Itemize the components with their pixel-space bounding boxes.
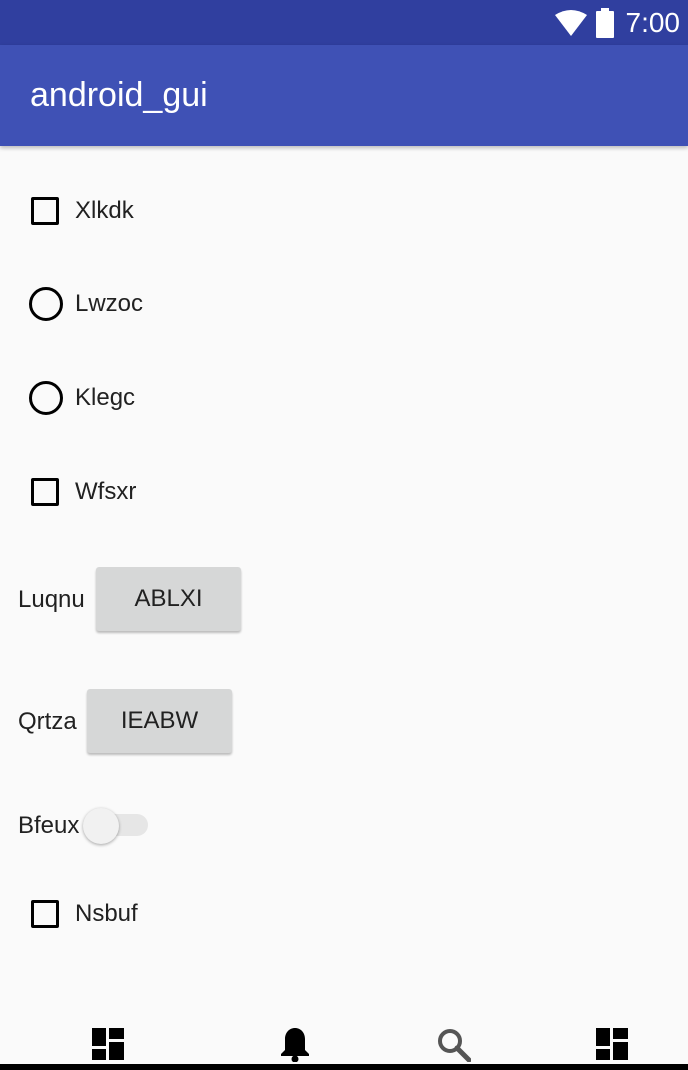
app-title: android_gui xyxy=(30,76,208,114)
checkbox-box[interactable] xyxy=(31,197,59,225)
radio-lwzoc[interactable]: Lwzoc xyxy=(29,287,143,321)
checkbox-label: Nsbuf xyxy=(75,900,138,927)
bottom-nav xyxy=(0,1018,688,1070)
checkbox-wfsxr[interactable]: Wfsxr xyxy=(31,476,136,508)
status-icons: 7:00 xyxy=(554,0,681,45)
ieabw-button[interactable]: IEABW xyxy=(87,689,232,753)
radio-label: Lwzoc xyxy=(75,290,144,317)
checkbox-label: Wfsxr xyxy=(75,478,137,505)
app-bar: android_gui xyxy=(0,45,688,146)
luqnu-label: Luqnu xyxy=(18,586,85,613)
status-bar: 7:00 xyxy=(0,0,688,45)
wifi-icon xyxy=(554,9,587,36)
radio-circle[interactable] xyxy=(29,287,63,321)
checkbox-box[interactable] xyxy=(31,478,59,506)
radio-label: Klegc xyxy=(75,384,136,411)
ablxi-button[interactable]: ABLXI xyxy=(96,567,241,631)
dashboard-icon[interactable] xyxy=(596,1028,628,1060)
battery-icon xyxy=(595,7,614,38)
qrtza-label: Qrtza xyxy=(18,708,77,735)
radio-klegc[interactable]: Klegc xyxy=(29,381,135,415)
switch-thumb[interactable] xyxy=(83,808,119,844)
checkbox-box[interactable] xyxy=(31,900,59,928)
bell-icon[interactable] xyxy=(280,1026,310,1062)
bottom-divider xyxy=(0,1064,688,1070)
status-time: 7:00 xyxy=(625,6,681,38)
bfeux-label: Bfeux xyxy=(18,812,80,839)
checkbox-xlkdk[interactable]: Xlkdk xyxy=(31,195,134,227)
radio-circle[interactable] xyxy=(29,381,63,415)
checkbox-nsbuf[interactable]: Nsbuf xyxy=(31,898,138,930)
checkbox-label: Xlkdk xyxy=(75,197,134,224)
search-icon[interactable] xyxy=(437,1028,471,1062)
dashboard-icon[interactable] xyxy=(92,1028,124,1060)
